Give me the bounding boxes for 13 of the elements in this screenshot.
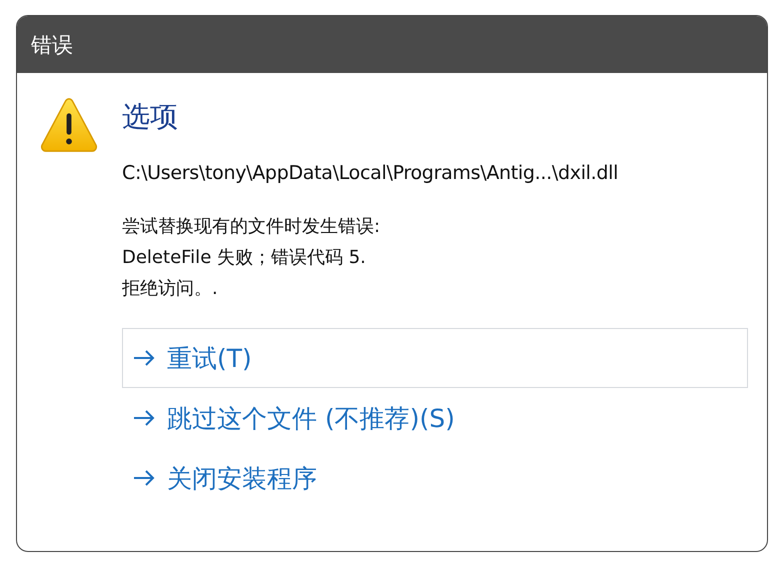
command-link[interactable]: 跳过这个文件 (不推荐)(S) [122, 388, 748, 448]
dialog-heading: 选项 [122, 99, 179, 135]
arrow-icon [133, 470, 155, 486]
window-title: 错误 [31, 32, 73, 58]
error-message: 尝试替换现有的文件时发生错误: [122, 215, 382, 239]
arrow-icon [133, 350, 155, 366]
warning-icon [40, 96, 98, 154]
arrow-icon [133, 410, 155, 426]
command-link[interactable]: 重试(T) [122, 328, 748, 388]
error-message: 拒绝访问。. [122, 277, 219, 301]
command-link[interactable]: 关闭安装程序 [122, 448, 748, 508]
error-message: DeleteFile 失败；错误代码 5. [122, 246, 367, 270]
file-path: C:\Users\tony\AppData\Local\Programs\Antig...\dxil.dll [122, 162, 620, 184]
